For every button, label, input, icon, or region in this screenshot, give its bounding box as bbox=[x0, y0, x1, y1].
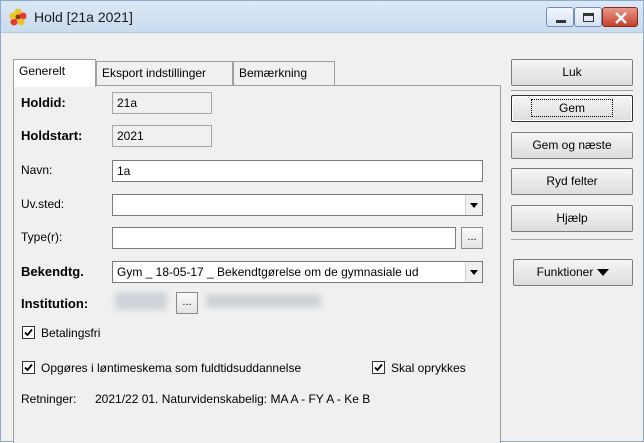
tab-generelt[interactable]: Generelt bbox=[13, 59, 96, 87]
dropdown-arrow-icon[interactable] bbox=[465, 195, 482, 215]
uvsted-select[interactable] bbox=[112, 194, 483, 216]
gem-og-naeste-button[interactable]: Gem og næste bbox=[511, 132, 633, 159]
close-button[interactable] bbox=[602, 7, 638, 27]
holdid-label: Holdid: bbox=[21, 95, 66, 110]
flower-app-icon bbox=[9, 8, 27, 26]
minimize-button[interactable] bbox=[546, 7, 574, 27]
ryd-felter-label: Ryd felter bbox=[546, 174, 598, 188]
title-bar[interactable]: Hold [21a 2021] bbox=[1, 1, 643, 33]
bekendtg-select[interactable]: Gym _ 18-05-17 _ Bekendtgørelse om de gy… bbox=[112, 261, 483, 283]
institution-browse-button[interactable]: ... bbox=[176, 292, 198, 314]
opgoeres-checkbox[interactable] bbox=[22, 361, 35, 374]
holdstart-field: 2021 bbox=[112, 125, 212, 147]
dropdown-arrow-icon[interactable] bbox=[465, 262, 482, 282]
tab-eksport-indstillinger[interactable]: Eksport indstillinger bbox=[96, 61, 233, 85]
divider bbox=[511, 90, 633, 91]
maximize-button[interactable] bbox=[574, 7, 602, 27]
skal-oprykkes-label: Skal oprykkes bbox=[391, 361, 466, 375]
luk-button-label: Luk bbox=[562, 65, 582, 79]
window-title: Hold [21a 2021] bbox=[34, 9, 133, 25]
hjaelp-label: Hjælp bbox=[556, 211, 588, 225]
divider bbox=[511, 239, 633, 240]
navn-label: Navn: bbox=[21, 163, 53, 177]
tab-bemaerkning[interactable]: Bemærkning bbox=[233, 61, 335, 85]
close-icon bbox=[615, 12, 627, 24]
minimize-icon bbox=[556, 20, 566, 23]
funktioner-button[interactable]: Funktioner bbox=[513, 259, 633, 286]
navn-input[interactable]: 1a bbox=[112, 160, 483, 182]
institution-code-redacted bbox=[115, 292, 167, 310]
ryd-felter-button[interactable]: Ryd felter bbox=[511, 168, 633, 195]
typer-label: Type(r): bbox=[21, 230, 63, 244]
bekendtg-value: Gym _ 18-05-17 _ Bekendtgørelse om de gy… bbox=[117, 265, 419, 279]
gem-button[interactable]: Gem bbox=[511, 95, 633, 122]
luk-button[interactable]: Luk bbox=[511, 59, 633, 86]
dropdown-triangle-icon bbox=[597, 269, 610, 277]
skal-oprykkes-checkbox[interactable] bbox=[372, 361, 385, 374]
general-panel: Holdid: 21a Holdstart: 2021 Navn: 1a Uv.… bbox=[13, 85, 501, 443]
opgoeres-label: Opgøres i løntimeskema som fuldtidsuddan… bbox=[41, 361, 302, 375]
gem-og-naeste-label: Gem og næste bbox=[532, 138, 612, 152]
retninger-label: Retninger: bbox=[21, 392, 77, 406]
holdstart-label: Holdstart: bbox=[21, 128, 83, 143]
checkmark-icon bbox=[24, 328, 33, 337]
holdid-field: 21a bbox=[112, 92, 212, 114]
uvsted-label: Uv.sted: bbox=[21, 197, 65, 211]
bekendtg-label: Bekendtg. bbox=[21, 264, 84, 279]
dialog-window: Hold [21a 2021] Generelt Eksport indstil… bbox=[0, 0, 644, 443]
maximize-icon bbox=[583, 13, 594, 22]
hjaelp-button[interactable]: Hjælp bbox=[511, 205, 633, 232]
typer-browse-button[interactable]: ... bbox=[461, 227, 483, 249]
retninger-value: 2021/22 01. Naturvidenskabelig: MA A - F… bbox=[95, 392, 371, 406]
checkmark-icon bbox=[374, 363, 383, 372]
betalingsfri-checkbox[interactable] bbox=[22, 326, 35, 339]
betalingsfri-label: Betalingsfri bbox=[41, 326, 101, 340]
checkmark-icon bbox=[24, 363, 33, 372]
typer-input[interactable] bbox=[112, 227, 456, 249]
funktioner-label: Funktioner bbox=[536, 265, 594, 279]
gem-button-label: Gem bbox=[530, 99, 614, 117]
institution-name-redacted bbox=[206, 294, 321, 308]
institution-label: Institution: bbox=[21, 296, 89, 311]
